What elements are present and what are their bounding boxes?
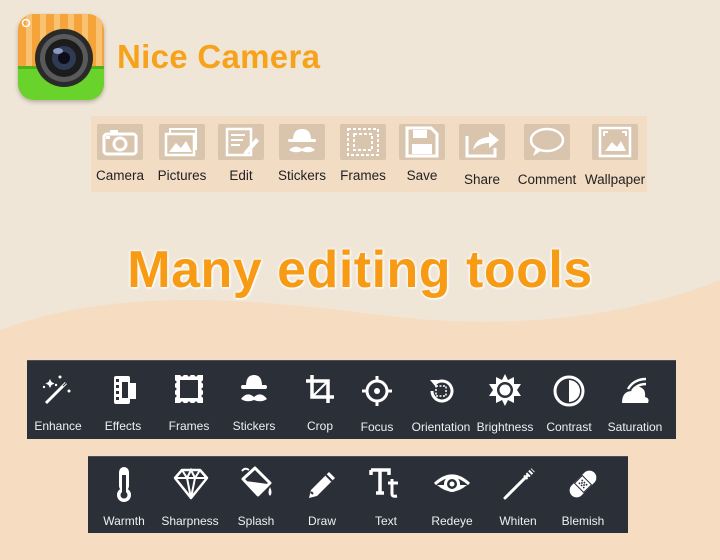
toolbar-pictures-button[interactable]: Pictures	[153, 116, 211, 192]
tool-label: Sharpness	[161, 514, 219, 528]
tool-label: Warmth	[103, 514, 145, 528]
toolbar-save-button[interactable]: Save	[396, 116, 448, 192]
text-icon	[369, 468, 398, 498]
tool-label: Orientation	[411, 420, 471, 434]
toothbrush-icon	[503, 468, 535, 500]
toolbar-share-button[interactable]: Share	[455, 116, 509, 192]
tool-label: Saturation	[607, 420, 663, 434]
camera-icon	[97, 124, 143, 160]
toolbar-label: Save	[406, 168, 438, 183]
toolbar-edit-button[interactable]: Edit	[215, 116, 267, 192]
sun-icon	[489, 374, 521, 406]
pencil-icon	[309, 472, 335, 498]
tool-sharpness-button[interactable]: Sharpness	[158, 457, 222, 533]
editing-tools-row-2: Warmth Sharpness Splash Draw Text Redeye…	[88, 456, 628, 533]
tool-blemish-button[interactable]: Blemish	[552, 457, 614, 533]
app-icon	[18, 14, 104, 100]
paint-bucket-icon	[241, 466, 272, 497]
save-icon	[399, 124, 445, 160]
app-title: Nice Camera	[117, 38, 321, 75]
tool-effects-button[interactable]: Effects	[93, 361, 153, 439]
tool-label: Focus	[360, 420, 394, 434]
toolbar-wallpaper-button[interactable]: Wallpaper	[583, 116, 647, 192]
toolbar-label: Camera	[95, 168, 144, 183]
tool-label: Crop	[306, 419, 333, 433]
diamond-icon	[173, 467, 209, 500]
tool-stickers-button[interactable]: Stickers	[223, 361, 285, 439]
tool-orientation-button[interactable]: Orientation	[411, 361, 471, 439]
tool-redeye-button[interactable]: Redeye	[422, 457, 482, 533]
tool-contrast-button[interactable]: Contrast	[541, 361, 597, 439]
tool-splash-button[interactable]: Splash	[226, 457, 286, 533]
comment-icon	[524, 124, 570, 160]
tool-text-button[interactable]: Text	[356, 457, 416, 533]
rotate-icon	[430, 379, 454, 403]
tool-warmth-button[interactable]: Warmth	[94, 457, 154, 533]
toolbar-label: Edit	[229, 168, 253, 183]
tool-saturation-button[interactable]: Saturation	[601, 361, 669, 439]
toolbar-label: Pictures	[157, 168, 207, 183]
frame-icon	[173, 373, 205, 405]
tool-label: Contrast	[546, 420, 592, 434]
toolbar-label: Wallpaper	[584, 172, 646, 187]
tool-label: Splash	[237, 514, 275, 528]
headline: Many editing tools	[127, 241, 593, 299]
pictures-icon	[159, 124, 205, 160]
tool-label: Draw	[307, 514, 336, 528]
tool-whiten-button[interactable]: Whiten	[488, 457, 548, 533]
tool-crop-button[interactable]: Crop	[290, 361, 350, 439]
frames-icon	[340, 124, 386, 160]
toolbar-comment-button[interactable]: Comment	[515, 116, 579, 192]
toolbar-label: Frames	[340, 168, 386, 183]
share-icon	[459, 124, 505, 160]
eye-icon	[433, 474, 471, 492]
tool-label: Effects	[104, 419, 142, 433]
toolbar-stickers-button[interactable]: Stickers	[271, 116, 333, 192]
tool-label: Frames	[168, 419, 210, 433]
tool-label: Blemish	[561, 514, 605, 528]
toolbar-label: Share	[463, 172, 501, 187]
tool-enhance-button[interactable]: Enhance	[27, 361, 89, 439]
contrast-icon	[553, 375, 585, 407]
editing-tools-row-1: Enhance Effects Frames Stickers Crop Foc…	[27, 360, 676, 439]
tool-label: Enhance	[34, 419, 82, 433]
toolbar-label: Stickers	[277, 168, 326, 183]
tool-label: Brightness	[476, 420, 534, 434]
tool-focus-button[interactable]: Focus	[345, 361, 409, 439]
tool-draw-button[interactable]: Draw	[292, 457, 352, 533]
focus-icon	[362, 376, 392, 406]
film-icon	[114, 376, 136, 404]
tool-label: Redeye	[431, 514, 473, 528]
thermometer-icon	[117, 467, 131, 502]
hat-mustache-icon	[241, 375, 267, 402]
toolbar-label: Comment	[517, 172, 577, 187]
wallpaper-icon	[592, 124, 638, 160]
tool-label: Text	[374, 514, 397, 528]
edit-icon	[218, 124, 264, 160]
crop-icon	[306, 375, 334, 403]
tool-label: Stickers	[232, 419, 276, 433]
stickers-icon	[279, 124, 325, 160]
toolbar-camera-button[interactable]: Camera	[91, 116, 149, 192]
top-toolbar: Camera Pictures Edit Stickers Frames Sav…	[91, 116, 647, 192]
tool-label: Whiten	[499, 514, 537, 528]
magic-wand-icon	[42, 375, 71, 405]
tool-frames-button[interactable]: Frames	[159, 361, 219, 439]
toolbar-frames-button[interactable]: Frames	[335, 116, 391, 192]
bandage-icon	[569, 470, 597, 498]
tool-brightness-button[interactable]: Brightness	[473, 361, 537, 439]
saturation-icon	[622, 377, 649, 403]
